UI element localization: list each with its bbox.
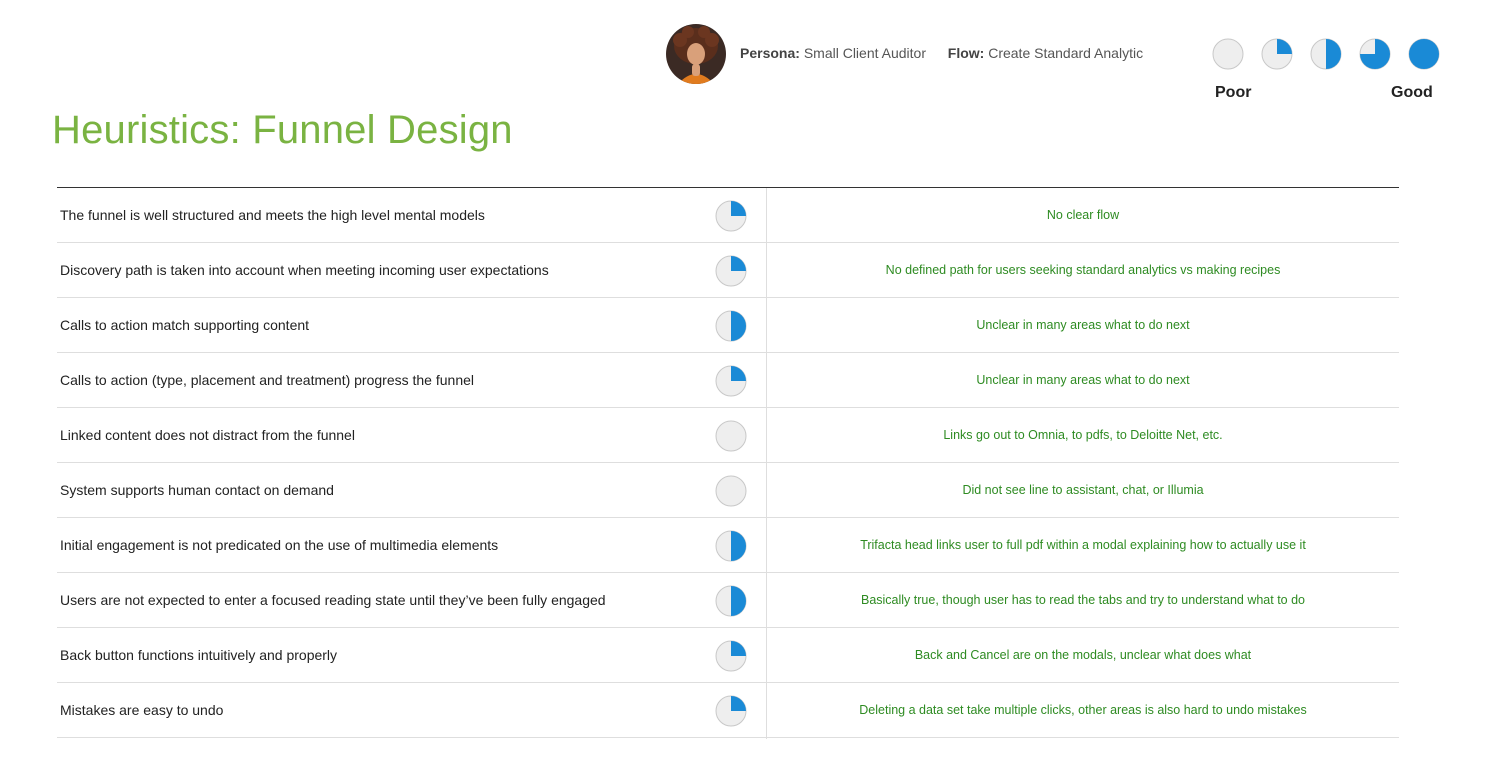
persona-flow-info: Persona: Small Client Auditor Flow: Crea… [740, 45, 1143, 61]
heuristic-note: Deleting a data set take multiple clicks… [859, 703, 1307, 717]
persona-avatar [666, 24, 726, 84]
legend-pie-icon [1359, 38, 1391, 70]
persona-value: Small Client Auditor [803, 45, 926, 61]
heuristic-note: Unclear in many areas what to do next [976, 373, 1190, 387]
heuristic-note: Trifacta head links user to full pdf wit… [860, 538, 1306, 552]
heuristic-label: Users are not expected to enter a focuse… [60, 592, 606, 608]
heuristic-label: Calls to action (type, placement and tre… [60, 372, 474, 388]
flow-label: Flow: [947, 45, 985, 61]
heuristics-table: The funnel is well structured and meets … [57, 187, 1399, 739]
legend-good-label: Good [1391, 84, 1433, 101]
table-row: Discovery path is taken into account whe… [57, 243, 1399, 298]
legend-pie-icon [1310, 38, 1342, 70]
table-row: Calls to action (type, placement and tre… [57, 353, 1399, 408]
heuristic-label: Linked content does not distract from th… [60, 427, 355, 443]
heuristic-note: Did not see line to assistant, chat, or … [962, 483, 1204, 497]
legend-pie-icon [1212, 38, 1244, 70]
heuristic-label: Back button functions intuitively and pr… [60, 647, 338, 663]
table-row: Users are not expected to enter a focuse… [57, 573, 1399, 628]
rating-pie-icon [715, 475, 747, 507]
heuristic-label: Calls to action match supporting content [60, 317, 310, 333]
heuristic-note: No clear flow [1046, 208, 1120, 222]
rating-pie-icon [715, 640, 747, 672]
rating-pie-icon [715, 200, 747, 232]
table-row: Initial engagement is not predicated on … [57, 518, 1399, 573]
legend-pie-icon [1408, 38, 1440, 70]
legend-poor-label: Poor [1215, 84, 1252, 101]
rating-pie-icon [715, 530, 747, 562]
table-row: Linked content does not distract from th… [57, 408, 1399, 463]
table-row: Mistakes are easy to undo Deleting a data… [57, 683, 1399, 738]
heuristic-label: Initial engagement is not predicated on … [60, 537, 499, 553]
heuristic-label: Discovery path is taken into account whe… [60, 262, 549, 278]
heuristic-note: Back and Cancel are on the modals, uncle… [914, 648, 1252, 662]
heuristic-label: Mistakes are easy to undo [60, 702, 224, 718]
rating-pie-icon [715, 255, 747, 287]
heuristic-note: No defined path for users seeking standa… [885, 263, 1281, 277]
table-row: The funnel is well structured and meets … [57, 188, 1399, 243]
rating-pie-icon [715, 365, 747, 397]
heuristic-note: Links go out to Omnia, to pdfs, to Deloi… [943, 428, 1223, 442]
flow-value: Create Standard Analytic [988, 45, 1144, 61]
rating-pie-icon [715, 585, 747, 617]
legend-pie-icon [1261, 38, 1293, 70]
heuristic-label: The funnel is well structured and meets … [60, 207, 485, 223]
heuristic-note: Basically true, though user has to read … [860, 593, 1306, 607]
heuristic-label: System supports human contact on demand [60, 482, 334, 498]
table-row: System supports human contact on demand D… [57, 463, 1399, 518]
rating-pie-icon [715, 695, 747, 727]
rating-pie-icon [715, 420, 747, 452]
table-row: Back button functions intuitively and pr… [57, 628, 1399, 683]
persona-label: Persona: [740, 45, 800, 61]
heuristic-note: Unclear in many areas what to do next [976, 318, 1190, 332]
rating-pie-icon [715, 310, 747, 342]
table-row: Calls to action match supporting content… [57, 298, 1399, 353]
page-title: Heuristics: Funnel Design [52, 108, 513, 152]
